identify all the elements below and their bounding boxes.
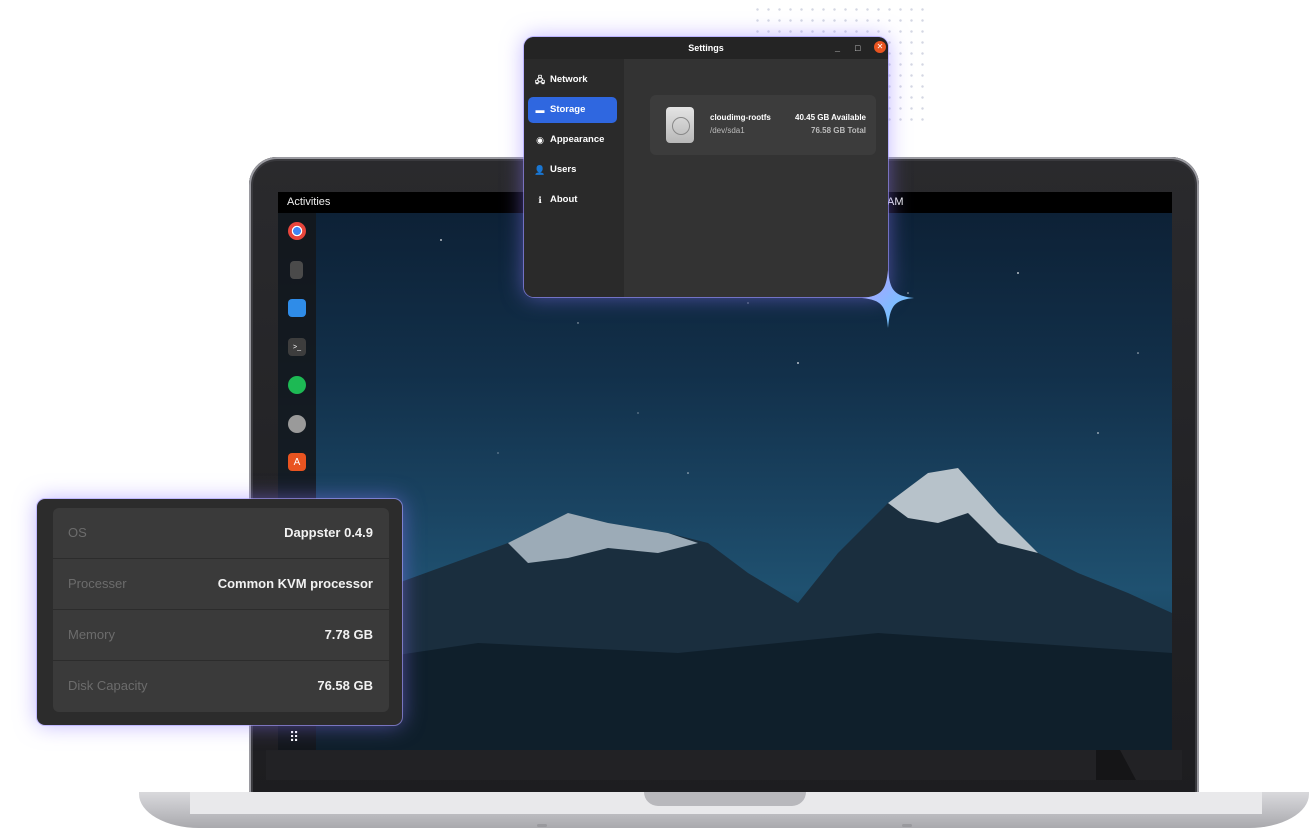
vscode-icon[interactable] xyxy=(288,299,306,317)
laptop-opening-notch xyxy=(644,792,806,806)
laptop-foot xyxy=(902,824,912,827)
sidebar-item-users[interactable]: 👤 Users xyxy=(528,157,617,183)
sidebar-item-label: Appearance xyxy=(550,134,605,145)
minimize-button[interactable]: _ xyxy=(835,37,840,59)
info-row-memory: Memory 7.78 GB xyxy=(53,610,389,661)
storage-panel: cloudimg-rootfs /dev/sda1 40.45 GB Avail… xyxy=(624,59,888,297)
terminal-icon[interactable]: >_ xyxy=(288,338,306,356)
maximize-button[interactable]: □ xyxy=(855,37,860,59)
info-value: 76.58 GB xyxy=(317,678,373,693)
spotify-icon[interactable] xyxy=(288,376,306,394)
network-icon: 🖧 xyxy=(534,75,546,85)
info-label: Disk Capacity xyxy=(68,678,148,693)
users-icon: 👤 xyxy=(534,165,546,175)
disk-card[interactable]: cloudimg-rootfs /dev/sda1 40.45 GB Avail… xyxy=(650,95,876,155)
settings-sidebar: 🖧 Network ▬ Storage ◉ Appearance 👤 Users… xyxy=(524,59,624,297)
info-row-os: OS Dappster 0.4.9 xyxy=(53,508,389,559)
laptop-chin xyxy=(266,750,1182,780)
sidebar-item-network[interactable]: 🖧 Network xyxy=(528,67,617,93)
calculator-icon[interactable] xyxy=(290,261,303,279)
sidebar-item-label: Network xyxy=(550,74,588,85)
close-button[interactable]: ✕ xyxy=(874,41,886,53)
laptop-foot xyxy=(537,824,547,827)
info-value: Common KVM processor xyxy=(217,576,373,591)
sidebar-item-label: About xyxy=(550,194,578,205)
info-row-disk-capacity: Disk Capacity 76.58 GB xyxy=(53,661,389,711)
window-title: Settings xyxy=(688,43,724,53)
sidebar-item-about[interactable]: ℹ About xyxy=(528,187,617,213)
activities-button[interactable]: Activities xyxy=(287,192,330,213)
info-label: Memory xyxy=(68,627,115,642)
show-apps-grid-icon[interactable]: ⠿ xyxy=(289,730,299,744)
clock[interactable]: AM xyxy=(887,192,904,213)
disk-total: 76.58 GB Total xyxy=(811,126,866,135)
info-value: Dappster 0.4.9 xyxy=(284,525,373,540)
disk-device: /dev/sda1 xyxy=(710,126,745,135)
sidebar-item-storage[interactable]: ▬ Storage xyxy=(528,97,617,123)
system-info-panel: OS Dappster 0.4.9 Processer Common KVM p… xyxy=(37,499,402,725)
system-info-list: OS Dappster 0.4.9 Processer Common KVM p… xyxy=(53,508,389,712)
storage-icon: ▬ xyxy=(535,105,545,115)
appearance-icon: ◉ xyxy=(536,135,544,145)
settings-icon[interactable] xyxy=(288,415,306,433)
disk-name: cloudimg-rootfs xyxy=(710,113,771,122)
info-value: 7.78 GB xyxy=(324,627,373,642)
hard-disk-icon xyxy=(666,107,694,143)
sidebar-item-label: Users xyxy=(550,164,577,175)
info-label: Processer xyxy=(68,576,127,591)
software-store-icon[interactable]: A xyxy=(288,453,306,471)
sparkle-decoration xyxy=(862,270,914,328)
disk-available: 40.45 GB Available xyxy=(795,113,866,122)
info-label: OS xyxy=(68,525,87,540)
chrome-icon[interactable] xyxy=(288,222,306,240)
settings-window: Settings _ □ ✕ 🖧 Network ▬ Storage ◉ App… xyxy=(524,37,888,297)
info-row-processor: Processer Common KVM processor xyxy=(53,559,389,610)
settings-titlebar[interactable]: Settings _ □ ✕ xyxy=(524,37,888,59)
sidebar-item-label: Storage xyxy=(550,104,586,115)
info-icon: ℹ xyxy=(538,195,542,205)
sidebar-item-appearance[interactable]: ◉ Appearance xyxy=(528,127,617,153)
